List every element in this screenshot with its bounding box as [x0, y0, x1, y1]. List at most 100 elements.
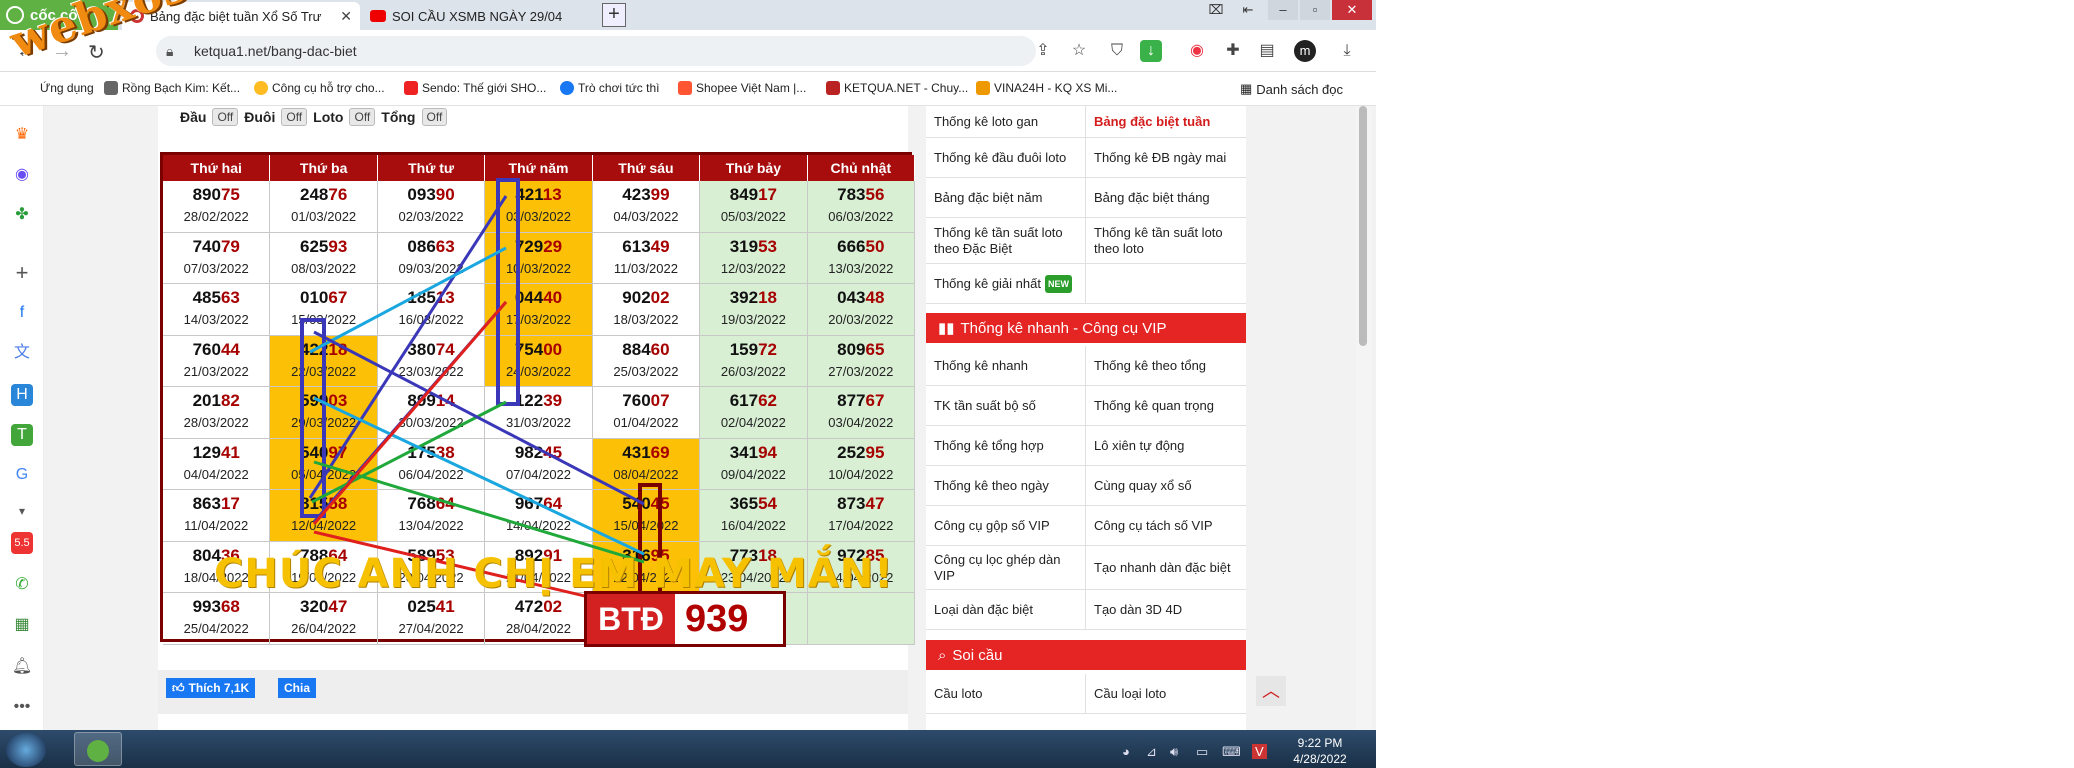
- battery-tray-icon[interactable]: ▭: [1196, 744, 1208, 760]
- sidebar-link[interactable]: Bảng đặc biệt năm: [926, 178, 1086, 218]
- game-icon[interactable]: ✤: [11, 204, 33, 226]
- soi-cau-link[interactable]: Cầu loto: [926, 674, 1086, 714]
- scrollbar-thumb[interactable]: [1359, 106, 1367, 346]
- maximize-button[interactable]: ▫: [1300, 0, 1330, 20]
- vip-tool-link[interactable]: Cùng quay xổ số: [1086, 466, 1246, 506]
- social-share-bar: [158, 670, 908, 714]
- vip-tool-link[interactable]: Loại dàn đặc biệt: [926, 590, 1086, 630]
- close-window-button[interactable]: ✕: [1332, 0, 1372, 20]
- taskbar-coccoc-app[interactable]: [74, 732, 122, 766]
- filter-dau-toggle[interactable]: Off: [212, 108, 239, 126]
- vip-tool-link[interactable]: Thống kê quan trọng: [1086, 386, 1246, 426]
- keyboard-tray-icon[interactable]: ⌨: [1222, 744, 1241, 760]
- vip-tool-link[interactable]: Lô xiên tự động: [1086, 426, 1246, 466]
- vip-tool-link[interactable]: Thống kê nhanh: [926, 346, 1086, 386]
- t-app-icon[interactable]: T: [11, 424, 33, 446]
- h-app-icon[interactable]: H: [11, 384, 33, 406]
- vip-tool-link[interactable]: Tạo dàn 3D 4D: [1086, 590, 1246, 630]
- bookmark-tro-choi[interactable]: Trò chơi tức thì: [560, 81, 659, 95]
- vip-tool-link[interactable]: Công cụ lọc ghép dàn VIP: [926, 546, 1086, 590]
- vip-tool-link[interactable]: Tạo nhanh dàn đặc biệt: [1086, 546, 1246, 590]
- sidebar-link: [1086, 264, 1246, 304]
- filter-tong-label: Tổng: [381, 109, 416, 125]
- share-icon[interactable]: ⇪: [1032, 40, 1054, 62]
- bookmark-sendo[interactable]: Sendo: Thế giới SHO...: [404, 81, 546, 95]
- good-luck-banner: CHÚC ANH CHỊ EM MAY MẮN!: [214, 551, 894, 597]
- volume-tray-icon[interactable]: 🔊︎: [1170, 744, 1178, 760]
- bookmark-rong-bach-kim[interactable]: Rồng Bạch Kim: Kết...: [104, 81, 240, 95]
- screenshot-icon[interactable]: ⌧: [1204, 0, 1228, 20]
- sidebar-link[interactable]: Thống kê giải nhất NEW: [926, 264, 1086, 304]
- add-icon[interactable]: +: [11, 262, 33, 284]
- btd-result-box: BTĐ 939: [584, 591, 786, 647]
- downloads-icon[interactable]: ⤓: [1336, 40, 1358, 62]
- tab-search-icon[interactable]: ▤: [1256, 40, 1278, 62]
- shield-icon[interactable]: ⛉: [1106, 40, 1128, 62]
- highlight-box-thursday: [496, 178, 520, 406]
- bookmark-cong-cu[interactable]: Công cụ hỗ trợ cho...: [254, 81, 385, 95]
- clock-date: 4/28/2022: [1293, 752, 1347, 766]
- sidebar-link[interactable]: Thống kê loto gan: [926, 106, 1086, 138]
- vip-tool-link[interactable]: Thống kê theo tổng: [1086, 346, 1246, 386]
- messenger-icon[interactable]: ◉: [11, 164, 33, 186]
- sidebar-link[interactable]: Thống kê tần suất loto theo loto: [1086, 218, 1246, 264]
- filter-duoi-label: Đuôi: [244, 109, 276, 125]
- tab-soi-cau[interactable]: SOI CẦU XSMB NGÀY 29/04: [362, 2, 602, 30]
- clock-time: 9:22 PM: [1297, 736, 1343, 750]
- chevron-down-icon[interactable]: ▾: [11, 500, 33, 522]
- sidebar-link[interactable]: Thống kê tần suất loto theo Đặc Biệt: [926, 218, 1086, 264]
- vip-tool-link[interactable]: Công cụ tách số VIP: [1086, 506, 1246, 546]
- bookmark-apps[interactable]: Ứng dụng: [40, 81, 94, 95]
- translate-icon[interactable]: 文: [11, 342, 33, 364]
- rbk-icon: [104, 81, 118, 95]
- crown-icon[interactable]: ♛: [11, 124, 33, 146]
- avatar[interactable]: m: [1294, 40, 1316, 62]
- lock-icon[interactable]: 🔒︎: [166, 43, 173, 60]
- address-bar[interactable]: ketqua1.net/bang-dac-biet: [156, 36, 1036, 66]
- v-app-tray-icon[interactable]: V: [1252, 744, 1267, 759]
- vip-tool-link[interactable]: Thống kê tổng hợp: [926, 426, 1086, 466]
- wifi-tray-icon[interactable]: ⊿: [1146, 744, 1157, 760]
- sendo-icon: [404, 81, 418, 95]
- download-green-icon[interactable]: ↓: [1140, 40, 1162, 62]
- filter-tong-toggle[interactable]: Off: [421, 108, 448, 126]
- facebook-icon[interactable]: f: [11, 302, 33, 324]
- bookmark-ketqua[interactable]: KETQUA.NET - Chuy...: [826, 81, 968, 95]
- sidebar-link[interactable]: Bảng đặc biệt tháng: [1086, 178, 1246, 218]
- chat-icon[interactable]: ✆: [11, 574, 33, 596]
- puzzle-extension-icon[interactable]: ✚: [1222, 40, 1244, 62]
- bookmark-star-icon[interactable]: ☆: [1068, 40, 1090, 62]
- more-icon[interactable]: •••: [11, 696, 33, 718]
- thumbs-up-icon: 👍︎: [172, 680, 185, 695]
- section-title: Thống kê nhanh - Công cụ VIP: [960, 319, 1167, 337]
- taskbar-clock[interactable]: 9:22 PM 4/28/2022: [1280, 735, 1360, 767]
- bookmark-vina24h[interactable]: VINA24H - KQ XS Mi...: [976, 81, 1117, 95]
- chrome-extension-icon[interactable]: ◉: [1186, 40, 1208, 62]
- back-to-tab-icon[interactable]: ⇤: [1236, 0, 1260, 20]
- filter-loto-label: Loto: [313, 109, 344, 125]
- windows-start-button[interactable]: [6, 733, 46, 767]
- sidebar-link[interactable]: Thống kê ĐB ngày mai: [1086, 138, 1246, 178]
- bell-icon[interactable]: 🔔︎: [11, 656, 33, 678]
- soi-cau-link[interactable]: Cầu loại loto: [1086, 674, 1246, 714]
- vip-tool-link[interactable]: Thống kê theo ngày: [926, 466, 1086, 506]
- sidebar-link[interactable]: Thống kê đầu đuôi loto: [926, 138, 1086, 178]
- facebook-like-button[interactable]: 👍︎ Thích 7,1K: [166, 678, 256, 698]
- bookmark-shopee[interactable]: Shopee Việt Nam |...: [678, 81, 806, 95]
- vip-tool-link[interactable]: TK tần suất bộ số: [926, 386, 1086, 426]
- close-tab-icon[interactable]: ✕: [340, 8, 352, 25]
- facebook-share-button[interactable]: Chia: [278, 678, 317, 698]
- new-tab-button[interactable]: +: [602, 3, 626, 27]
- youtube-icon: [370, 10, 386, 22]
- sidebar-link[interactable]: Bảng đặc biệt tuần: [1086, 106, 1246, 138]
- scroll-to-top-button[interactable]: ︿: [1256, 676, 1286, 706]
- sale-icon[interactable]: 5.5: [11, 532, 33, 554]
- google-icon[interactable]: G: [11, 464, 33, 486]
- filter-loto-toggle[interactable]: Off: [349, 108, 376, 126]
- sheet-icon[interactable]: ▦: [11, 614, 33, 636]
- reading-list[interactable]: ▦ Danh sách đọc: [1240, 81, 1343, 97]
- filter-duoi-toggle[interactable]: Off: [281, 108, 308, 126]
- minimize-button[interactable]: –: [1268, 0, 1298, 20]
- vip-tool-link[interactable]: Công cụ gộp số VIP: [926, 506, 1086, 546]
- network-tray-icon[interactable]: ◕: [1122, 744, 1130, 759]
